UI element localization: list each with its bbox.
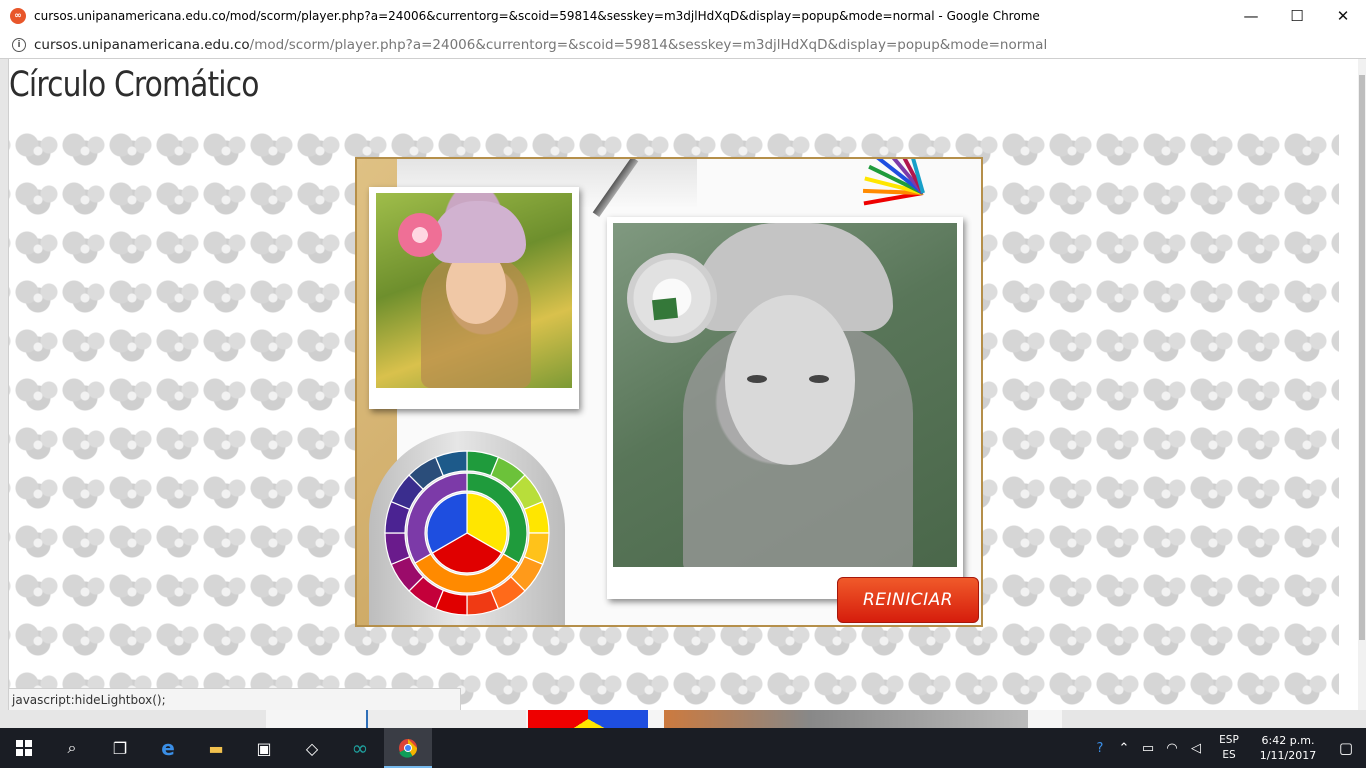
language-code: ESP [1219, 734, 1239, 746]
edge-icon[interactable]: e [144, 728, 192, 768]
status-link-preview: javascript:hideLightbox(); [9, 688, 461, 710]
battery-icon[interactable]: ▭ [1136, 741, 1160, 756]
url-path: /mod/scorm/player.php?a=24006&currentorg… [249, 37, 1048, 53]
background-page-strip [266, 710, 1062, 728]
task-view-icon[interactable]: ❐ [96, 728, 144, 768]
coloring-photo-frame [607, 217, 963, 599]
taskbar-clock[interactable]: 6:42 p.m. 1/11/2017 [1250, 733, 1326, 763]
url-host: cursos.unipanamericana.edu.co [34, 37, 250, 53]
help-icon[interactable]: ? [1088, 741, 1112, 756]
dropbox-icon[interactable]: ◇ [288, 728, 336, 768]
chrome-icon[interactable] [384, 728, 432, 768]
store-icon[interactable]: ▣ [240, 728, 288, 768]
activity-board: REINICIAR [355, 157, 983, 627]
file-explorer-icon[interactable]: ▬ [192, 728, 240, 768]
original-photo [376, 193, 572, 388]
keyboard-layout: ES [1222, 749, 1236, 761]
reset-button[interactable]: REINICIAR [837, 577, 979, 623]
clock-time: 6:42 p.m. [1261, 734, 1315, 747]
favicon-icon: ∞ [10, 8, 26, 24]
close-button[interactable]: ✕ [1320, 0, 1366, 32]
page-viewport: Círculo Cromático REINICIAR javascript:h… [8, 59, 1358, 710]
clock-date: 1/11/2017 [1259, 749, 1317, 762]
page-title: Círculo Cromático [9, 65, 259, 105]
windows-taskbar: ⌕ ❐ e ▬ ▣ ◇ ∞ ? ⌃ ▭ ◠ ◁ ESP ES 6:42 p.m.… [0, 728, 1366, 768]
coloring-photo[interactable] [613, 223, 957, 567]
chrome-logo [399, 739, 418, 758]
colored-region [652, 297, 678, 321]
start-button[interactable] [0, 728, 48, 768]
windows-start-icon [16, 740, 32, 756]
chevron-up-icon[interactable]: ⌃ [1112, 741, 1136, 756]
color-wheel[interactable] [383, 449, 551, 617]
minimize-button[interactable]: — [1228, 0, 1274, 32]
window-controls: — ☐ ✕ [1228, 0, 1366, 32]
window-title: cursos.unipanamericana.edu.co/mod/scorm/… [34, 9, 1040, 23]
maximize-button[interactable]: ☐ [1274, 0, 1320, 32]
system-tray: ? ⌃ ▭ ◠ ◁ ESP ES 6:42 p.m. 1/11/2017 ▢ [1088, 728, 1366, 768]
wifi-icon[interactable]: ◠ [1160, 741, 1184, 756]
info-icon[interactable]: i [12, 38, 26, 52]
url-text[interactable]: cursos.unipanamericana.edu.co/mod/scorm/… [34, 37, 1047, 53]
color-pencils-decoration [862, 159, 937, 219]
volume-icon[interactable]: ◁ [1184, 741, 1208, 756]
address-bar[interactable]: i cursos.unipanamericana.edu.co/mod/scor… [0, 32, 1366, 59]
window-titlebar: ∞ cursos.unipanamericana.edu.co/mod/scor… [0, 0, 1366, 32]
vertical-scrollbar[interactable] [1358, 59, 1366, 710]
original-photo-frame [369, 187, 579, 409]
notifications-icon[interactable]: ▢ [1326, 739, 1366, 757]
scrollbar-thumb[interactable] [1359, 75, 1365, 640]
search-icon[interactable]: ⌕ [48, 728, 96, 768]
language-indicator[interactable]: ESP ES [1208, 733, 1250, 763]
arduino-icon[interactable]: ∞ [336, 728, 384, 768]
